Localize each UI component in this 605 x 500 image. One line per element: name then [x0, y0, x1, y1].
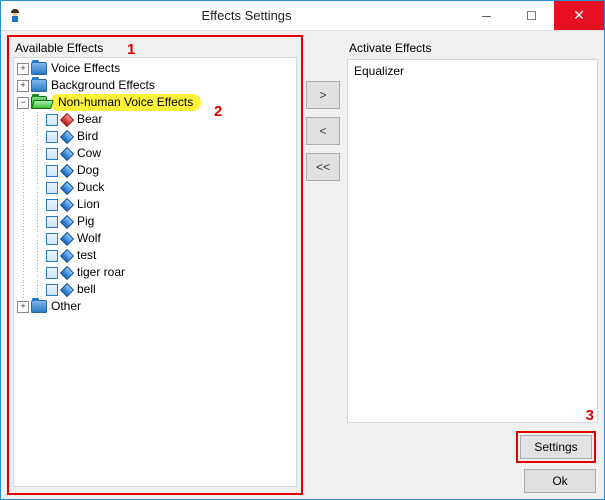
- expand-icon[interactable]: +: [17, 63, 29, 75]
- tree-label: Voice Effects: [50, 60, 120, 77]
- tree-leaf[interactable]: Wolf: [16, 230, 294, 247]
- settings-highlight: Settings: [516, 431, 596, 463]
- expand-icon[interactable]: +: [17, 301, 29, 313]
- checkbox-icon[interactable]: [46, 216, 58, 228]
- effects-settings-window: Effects Settings ─ ☐ ✕ 1 Available Effec…: [0, 0, 605, 500]
- folder-closed-icon: [31, 62, 47, 75]
- checkbox-icon[interactable]: [46, 182, 58, 194]
- close-button[interactable]: ✕: [554, 1, 604, 30]
- checkbox-icon[interactable]: [46, 199, 58, 211]
- tree-node-voice-effects[interactable]: + Voice Effects: [16, 60, 294, 77]
- diamond-icon: [60, 214, 74, 228]
- add-button[interactable]: >: [306, 81, 340, 109]
- transfer-buttons: > < <<: [303, 35, 343, 495]
- tree-label: Pig: [76, 213, 94, 230]
- folder-closed-icon: [31, 300, 47, 313]
- tree-node-other[interactable]: + Other: [16, 298, 294, 315]
- tree-leaf[interactable]: Dog: [16, 162, 294, 179]
- tree-leaf[interactable]: test: [16, 247, 294, 264]
- dialog-buttons: 3 Settings Ok: [347, 423, 598, 495]
- activate-effects-label: Activate Effects: [347, 35, 598, 59]
- tree-label: Bird: [76, 128, 98, 145]
- tree-label: Background Effects: [50, 77, 155, 94]
- available-effects-pane: 1 Available Effects 2 + Voice Effects + …: [7, 35, 303, 495]
- tree-leaf[interactable]: tiger roar: [16, 264, 294, 281]
- effects-tree[interactable]: + Voice Effects + Background Effects − N…: [13, 57, 297, 487]
- diamond-icon: [60, 129, 74, 143]
- tree-label: Dog: [76, 162, 99, 179]
- tree-leaf[interactable]: Bear: [16, 111, 294, 128]
- tree-node-background-effects[interactable]: + Background Effects: [16, 77, 294, 94]
- checkbox-icon[interactable]: [46, 114, 58, 126]
- window-title: Effects Settings: [29, 8, 464, 23]
- tree-leaf[interactable]: Duck: [16, 179, 294, 196]
- checkbox-icon[interactable]: [46, 165, 58, 177]
- window-controls: ─ ☐ ✕: [464, 1, 604, 30]
- tree-leaf[interactable]: bell: [16, 281, 294, 298]
- folder-open-icon: [31, 96, 47, 109]
- annotation-2: 2: [214, 103, 222, 120]
- tree-label: Lion: [76, 196, 100, 213]
- diamond-icon: [60, 282, 74, 296]
- checkbox-icon[interactable]: [46, 284, 58, 296]
- folder-closed-icon: [31, 79, 47, 92]
- diamond-icon: [60, 163, 74, 177]
- annotation-1: 1: [127, 41, 135, 58]
- checkbox-icon[interactable]: [46, 233, 58, 245]
- activate-effects-pane: Activate Effects Equalizer 3 Settings Ok: [343, 35, 598, 495]
- tree-leaf[interactable]: Lion: [16, 196, 294, 213]
- tree-leaf[interactable]: Bird: [16, 128, 294, 145]
- tree-label: bell: [76, 281, 96, 298]
- minimize-button[interactable]: ─: [464, 1, 509, 30]
- tree-label: tiger roar: [76, 264, 125, 281]
- diamond-icon: [60, 248, 74, 262]
- list-item[interactable]: Equalizer: [354, 64, 591, 78]
- diamond-icon: [60, 146, 74, 160]
- active-effects-list[interactable]: Equalizer: [347, 59, 598, 423]
- titlebar: Effects Settings ─ ☐ ✕: [1, 1, 604, 31]
- available-effects-label: Available Effects: [13, 39, 297, 57]
- tree-label: test: [76, 247, 96, 264]
- tree-label: Bear: [76, 111, 102, 128]
- tree-node-nonhuman-effects[interactable]: − Non-human Voice Effects: [16, 94, 294, 111]
- tree-leaf[interactable]: Pig: [16, 213, 294, 230]
- tree-label: Cow: [76, 145, 101, 162]
- diamond-icon: [60, 197, 74, 211]
- diamond-icon: [60, 231, 74, 245]
- diamond-icon: [60, 265, 74, 279]
- annotation-3: 3: [586, 407, 594, 424]
- checkbox-icon[interactable]: [46, 250, 58, 262]
- collapse-icon[interactable]: −: [17, 97, 29, 109]
- maximize-button[interactable]: ☐: [509, 1, 554, 30]
- checkbox-icon[interactable]: [46, 148, 58, 160]
- diamond-icon: [60, 180, 74, 194]
- remove-button[interactable]: <: [306, 117, 340, 145]
- diamond-icon: [60, 112, 74, 126]
- checkbox-icon[interactable]: [46, 131, 58, 143]
- settings-button[interactable]: Settings: [520, 435, 592, 459]
- ok-button[interactable]: Ok: [524, 469, 596, 493]
- tree-label: Wolf: [76, 230, 101, 247]
- expand-icon[interactable]: +: [17, 80, 29, 92]
- tree-label: Duck: [76, 179, 104, 196]
- checkbox-icon[interactable]: [46, 267, 58, 279]
- tree-label: Non-human Voice Effects: [50, 94, 201, 111]
- app-icon: [7, 8, 23, 24]
- remove-all-button[interactable]: <<: [306, 153, 340, 181]
- tree-label: Other: [50, 298, 81, 315]
- client-area: 1 Available Effects 2 + Voice Effects + …: [1, 31, 604, 499]
- tree-leaf[interactable]: Cow: [16, 145, 294, 162]
